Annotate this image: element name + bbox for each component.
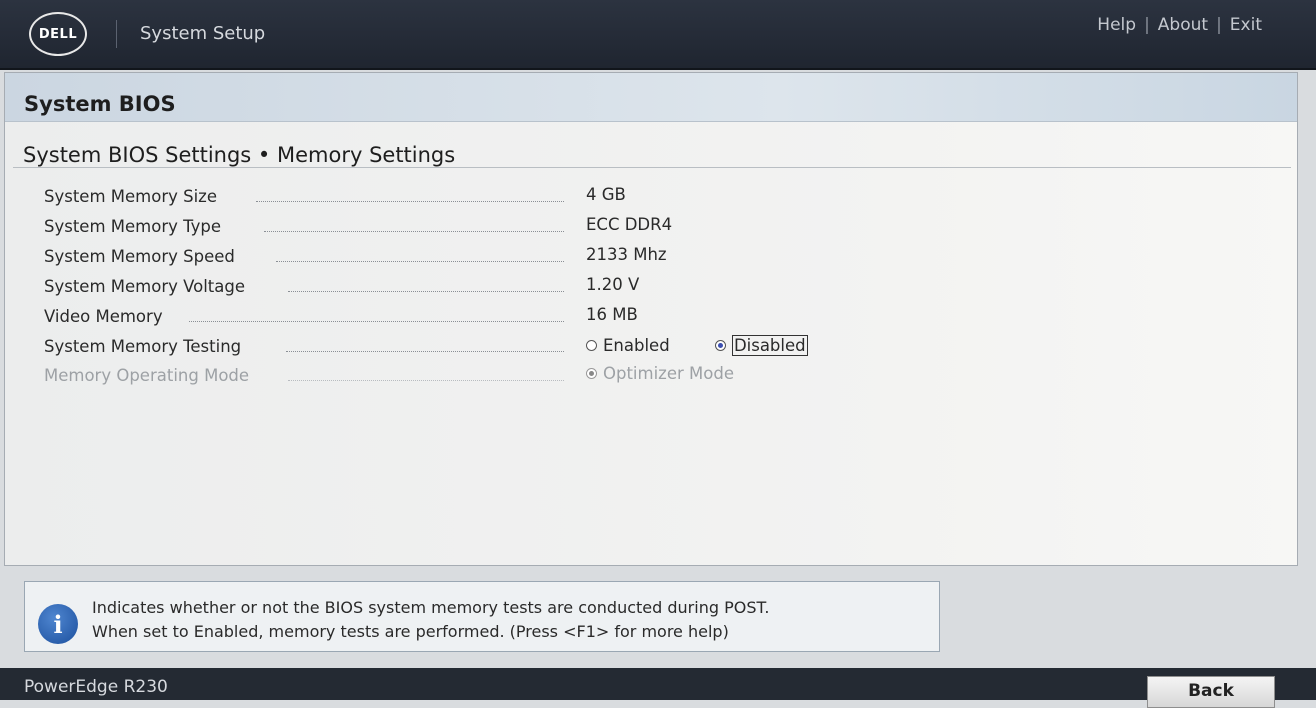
section-title: System BIOS Settings • Memory Settings xyxy=(23,143,456,167)
setting-label: System Memory Voltage xyxy=(44,277,246,296)
panel-title: System BIOS xyxy=(24,92,176,116)
help-line-1: Indicates whether or not the BIOS system… xyxy=(92,598,770,617)
about-link[interactable]: About xyxy=(1158,15,1208,35)
setting-label: System Memory Testing xyxy=(44,337,242,356)
info-icon: i xyxy=(38,604,78,644)
radio-circle-checked-icon xyxy=(714,340,726,351)
radio-label: Optimizer Mode xyxy=(603,364,734,383)
help-link[interactable]: Help xyxy=(1097,15,1136,35)
help-line-2: When set to Enabled, memory tests are pe… xyxy=(92,622,729,641)
link-separator: | xyxy=(1144,15,1150,35)
radio-circle-icon xyxy=(586,340,597,351)
system-model: PowerEdge R230 xyxy=(24,677,168,697)
header-divider xyxy=(116,20,117,48)
radio-disabled[interactable]: Disabled xyxy=(714,335,808,356)
bottom-bar: PowerEdge R230 Back xyxy=(0,668,1316,708)
leader-dots xyxy=(264,231,564,232)
setting-label: System Memory Type xyxy=(44,217,222,236)
radio-label: Enabled xyxy=(603,336,670,355)
app-title: System Setup xyxy=(140,23,266,44)
setting-label: System Memory Size xyxy=(44,187,217,206)
setting-value: 4 GB xyxy=(586,185,626,204)
setting-value: 16 MB xyxy=(586,305,638,324)
setting-value: 1.20 V xyxy=(586,275,640,294)
settings-panel: System BIOS System BIOS Settings • Memor… xyxy=(4,72,1298,566)
leader-dots xyxy=(286,351,564,352)
setting-value: ECC DDR4 xyxy=(586,215,673,234)
setting-row-memory-size[interactable]: System Memory Size 4 GB xyxy=(44,183,864,211)
setting-row-memory-voltage[interactable]: System Memory Voltage 1.20 V xyxy=(44,273,864,301)
setting-row-memory-testing[interactable]: System Memory Testing Enabled Disabled xyxy=(44,333,864,361)
radio-circle-checked-icon xyxy=(586,368,597,379)
setting-row-memory-type[interactable]: System Memory Type ECC DDR4 xyxy=(44,213,864,241)
help-text: Indicates whether or not the BIOS system… xyxy=(92,596,769,644)
radio-optimizer-mode: Optimizer Mode xyxy=(586,364,734,383)
setting-label: Video Memory xyxy=(44,307,163,326)
back-button[interactable]: Back xyxy=(1147,676,1275,708)
dell-logo: DELL xyxy=(29,12,87,56)
setting-row-video-memory[interactable]: Video Memory 16 MB xyxy=(44,303,864,331)
section-divider xyxy=(13,167,1291,168)
setting-label: System Memory Speed xyxy=(44,247,235,266)
memory-testing-options: Enabled Disabled xyxy=(586,335,808,356)
radio-enabled[interactable]: Enabled xyxy=(586,336,670,355)
setting-label: Memory Operating Mode xyxy=(44,366,250,385)
exit-link[interactable]: Exit xyxy=(1230,15,1262,35)
header-links: Help | About | Exit xyxy=(1097,15,1262,35)
help-box: i Indicates whether or not the BIOS syst… xyxy=(24,581,940,652)
top-bar: DELL System Setup Help | About | Exit xyxy=(0,0,1316,70)
setting-row-operating-mode: Memory Operating Mode Optimizer Mode xyxy=(44,362,864,390)
leader-dots xyxy=(288,380,564,381)
setting-row-memory-speed[interactable]: System Memory Speed 2133 Mhz xyxy=(44,243,864,271)
leader-dots xyxy=(276,261,564,262)
leader-dots xyxy=(288,291,564,292)
leader-dots xyxy=(189,321,564,322)
link-separator: | xyxy=(1216,15,1222,35)
operating-mode-option: Optimizer Mode xyxy=(586,364,734,383)
leader-dots xyxy=(256,201,564,202)
radio-label: Disabled xyxy=(731,335,808,356)
setting-value: 2133 Mhz xyxy=(586,245,667,264)
panel-header: System BIOS xyxy=(5,73,1297,122)
